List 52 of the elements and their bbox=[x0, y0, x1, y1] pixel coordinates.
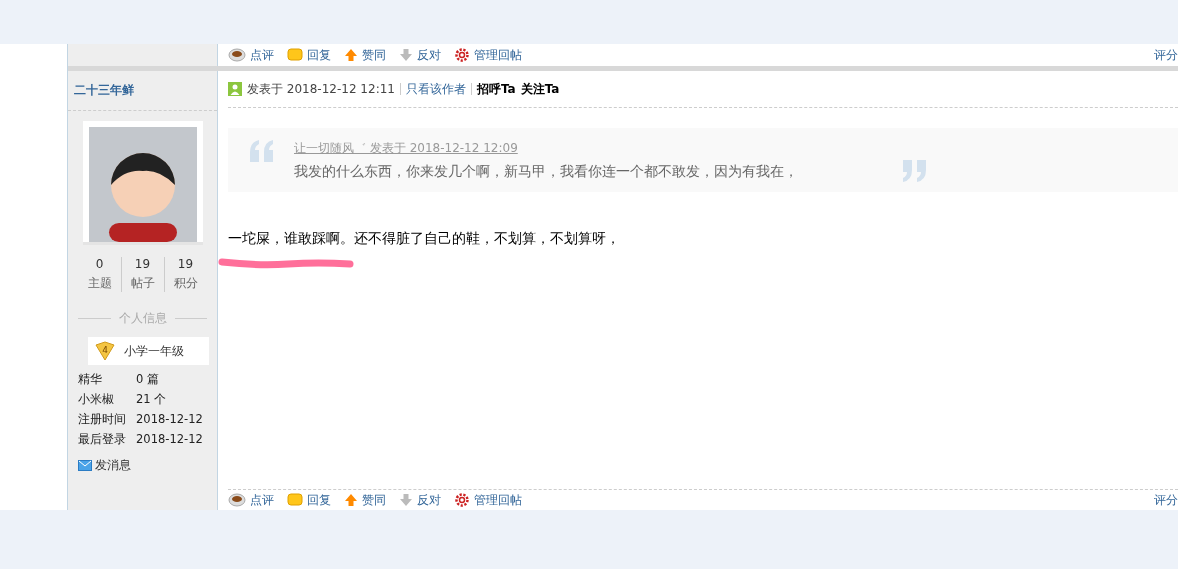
post-action-link[interactable]: 点评 bbox=[228, 46, 274, 64]
author-only-link[interactable]: 只看该作者 bbox=[405, 80, 466, 98]
stat-label: 积分 bbox=[173, 275, 198, 292]
cup-icon bbox=[228, 48, 246, 62]
stat-value: 0 bbox=[95, 257, 104, 271]
post-action-link[interactable]: 回复 bbox=[287, 46, 331, 64]
user-icon bbox=[228, 82, 242, 96]
post-action-link[interactable]: 反对 bbox=[399, 491, 441, 509]
speech-bubble-icon bbox=[287, 493, 303, 507]
gear-icon bbox=[454, 492, 470, 508]
post-action-link[interactable]: 反对 bbox=[399, 46, 441, 64]
profile-label: 最后登录 bbox=[78, 432, 127, 447]
post-date: 发表于 2018-12-12 12:11 bbox=[247, 80, 395, 98]
close-quote-icon bbox=[900, 160, 928, 182]
post-body-text: 一坨屎，谁敢踩啊。还不得脏了自己的鞋，不划算，不划算呀， bbox=[228, 230, 621, 248]
arrow-down-icon bbox=[399, 48, 413, 62]
envelope-icon bbox=[78, 460, 92, 471]
level-badge-icon: 4 bbox=[94, 341, 116, 361]
send-message-link[interactable]: 发消息 bbox=[78, 457, 217, 474]
profile-value: 2018-12-12 bbox=[136, 432, 204, 447]
arrow-down-icon bbox=[399, 493, 413, 507]
profile-label: 精华 bbox=[78, 372, 103, 387]
rate-link[interactable]: 评分 bbox=[1154, 46, 1178, 64]
cup-icon bbox=[228, 493, 246, 507]
stat-label: 帖子 bbox=[130, 275, 155, 292]
stat-label: 主题 bbox=[87, 275, 112, 292]
post-action-link[interactable]: 管理回帖 bbox=[454, 46, 522, 64]
level-title: 小学一年级 bbox=[124, 342, 184, 360]
post-action-link[interactable]: 赞同 bbox=[344, 491, 386, 509]
profile-value: 21 个 bbox=[136, 392, 168, 407]
post-action-link[interactable]: 管理回帖 bbox=[454, 491, 522, 509]
post-action-link[interactable]: 回复 bbox=[287, 491, 331, 509]
profile-value: 2018-12-12 bbox=[136, 412, 204, 427]
quote-text: 我发的什么东西，你来发几个啊，新马甲，我看你连一个都不敢发，因为有我在， bbox=[294, 163, 799, 181]
arrow-up-icon bbox=[344, 48, 358, 62]
section-title: 个人信息 bbox=[118, 310, 167, 327]
rate-link[interactable]: 评分 bbox=[1154, 491, 1178, 509]
gear-icon bbox=[454, 47, 470, 63]
post-action-link[interactable]: 点评 bbox=[228, 491, 274, 509]
post-action-link[interactable]: 赞同 bbox=[344, 46, 386, 64]
open-quote-icon bbox=[248, 140, 276, 162]
profile-label: 小米椒 bbox=[78, 392, 115, 407]
speech-bubble-icon bbox=[287, 48, 303, 62]
profile-label: 注册时间 bbox=[78, 412, 127, 427]
avatar-icon bbox=[88, 127, 197, 242]
stat-value: 19 bbox=[177, 257, 194, 271]
stat-value: 19 bbox=[134, 257, 151, 271]
greet-link[interactable]: 招呼Ta bbox=[476, 80, 516, 98]
author-name[interactable]: 二十三年鲜 bbox=[68, 71, 217, 111]
arrow-up-icon bbox=[344, 493, 358, 507]
follow-link[interactable]: 关注Ta bbox=[520, 80, 560, 98]
profile-value: 0 篇 bbox=[136, 372, 160, 387]
